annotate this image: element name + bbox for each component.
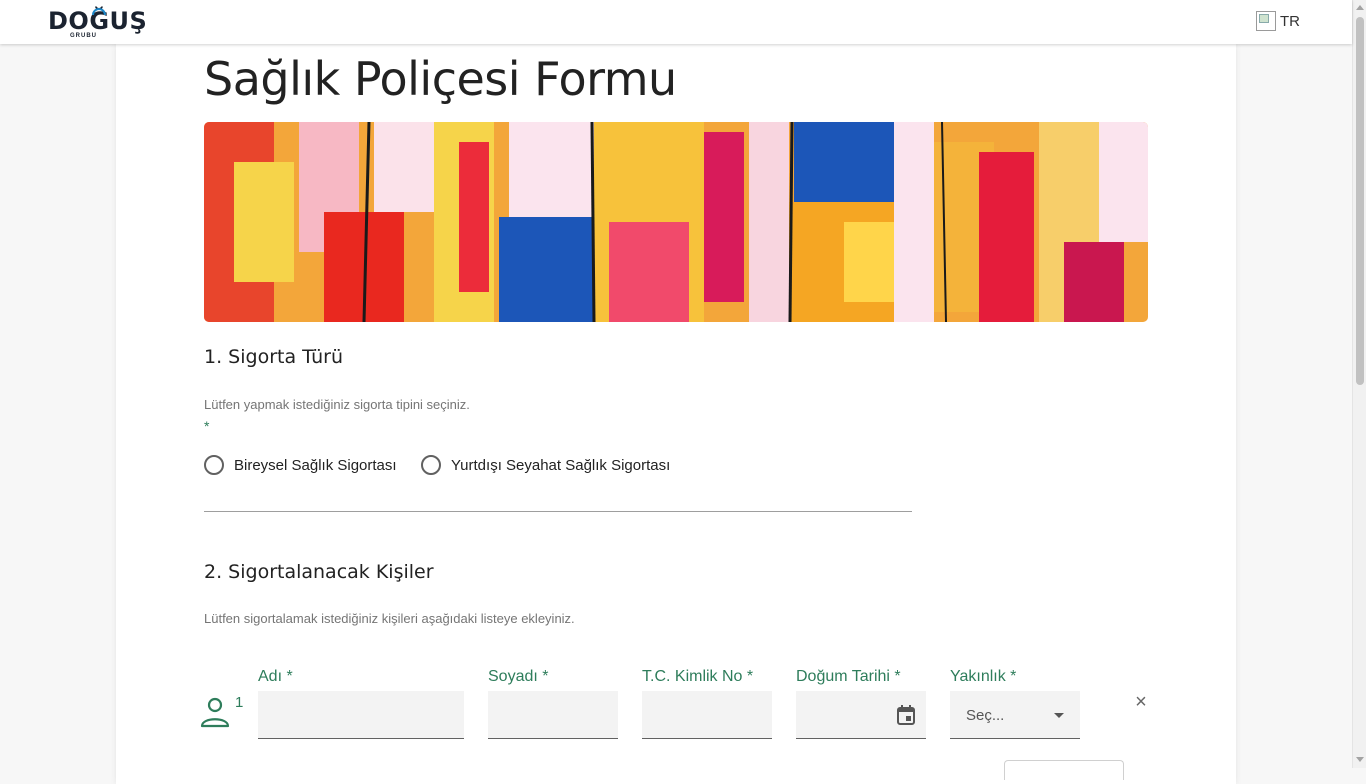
first-name-input[interactable] — [258, 691, 464, 739]
scroll-down-arrow-icon[interactable] — [1356, 757, 1364, 762]
scroll-up-arrow-icon[interactable] — [1356, 5, 1364, 10]
add-person-button[interactable] — [1004, 760, 1124, 780]
form-banner-image — [204, 122, 1148, 322]
tc-no-input[interactable] — [642, 691, 772, 739]
relation-select[interactable]: Seç... — [950, 691, 1080, 739]
section-divider — [204, 511, 912, 512]
person-icon — [200, 697, 230, 728]
person-row-number: 1 — [235, 694, 244, 711]
section-title-insured-persons: 2. Sigortalanacak Kişiler — [204, 561, 434, 583]
radio-label-individual-health: Bireysel Sağlık Sigortası — [234, 456, 397, 474]
language-selector[interactable]: TR — [1256, 11, 1300, 31]
first-name-label: Adı * — [258, 668, 293, 685]
birth-date-label: Doğum Tarihi * — [796, 668, 901, 685]
language-code: TR — [1280, 12, 1300, 30]
page-scrollbar[interactable] — [1352, 0, 1366, 768]
dogus-logo[interactable]: DOĞUŞ GRUBU — [48, 6, 158, 42]
radio-circle-icon[interactable] — [204, 455, 224, 475]
last-name-input[interactable] — [488, 691, 618, 739]
dropdown-icon — [1054, 713, 1064, 718]
remove-person-close-icon[interactable]: × — [1131, 692, 1151, 712]
required-marker: * — [204, 418, 210, 434]
flag-icon — [1256, 11, 1276, 31]
radio-option-individual-health[interactable]: Bireysel Sağlık Sigortası — [204, 455, 397, 475]
insured-persons-help-text: Lütfen sigortalamak istediğiniz kişileri… — [204, 611, 575, 626]
section-title-insurance-type: 1. Sigorta Türü — [204, 346, 344, 368]
relation-selected-value: Seç... — [966, 707, 1005, 724]
calendar-icon[interactable] — [896, 704, 916, 726]
scroll-thumb[interactable] — [1356, 17, 1364, 385]
radio-label-travel-health: Yurtdışı Seyahat Sağlık Sigortası — [451, 456, 671, 474]
radio-circle-icon[interactable] — [421, 455, 441, 475]
logo-subtext: GRUBU — [70, 33, 97, 39]
birth-date-input[interactable] — [796, 691, 926, 739]
page-title: Sağlık Poliçesi Formu — [204, 52, 677, 106]
relation-label: Yakınlık * — [950, 668, 1017, 685]
last-name-label: Soyadı * — [488, 668, 549, 685]
radio-option-travel-health[interactable]: Yurtdışı Seyahat Sağlık Sigortası — [421, 455, 670, 475]
logo-arc-icon — [92, 8, 106, 16]
tc-no-label: T.C. Kimlik No * — [642, 668, 754, 685]
top-navigation-bar: DOĞUŞ GRUBU TR — [0, 0, 1352, 44]
insurance-type-help-text: Lütfen yapmak istediğiniz sigorta tipini… — [204, 397, 470, 412]
